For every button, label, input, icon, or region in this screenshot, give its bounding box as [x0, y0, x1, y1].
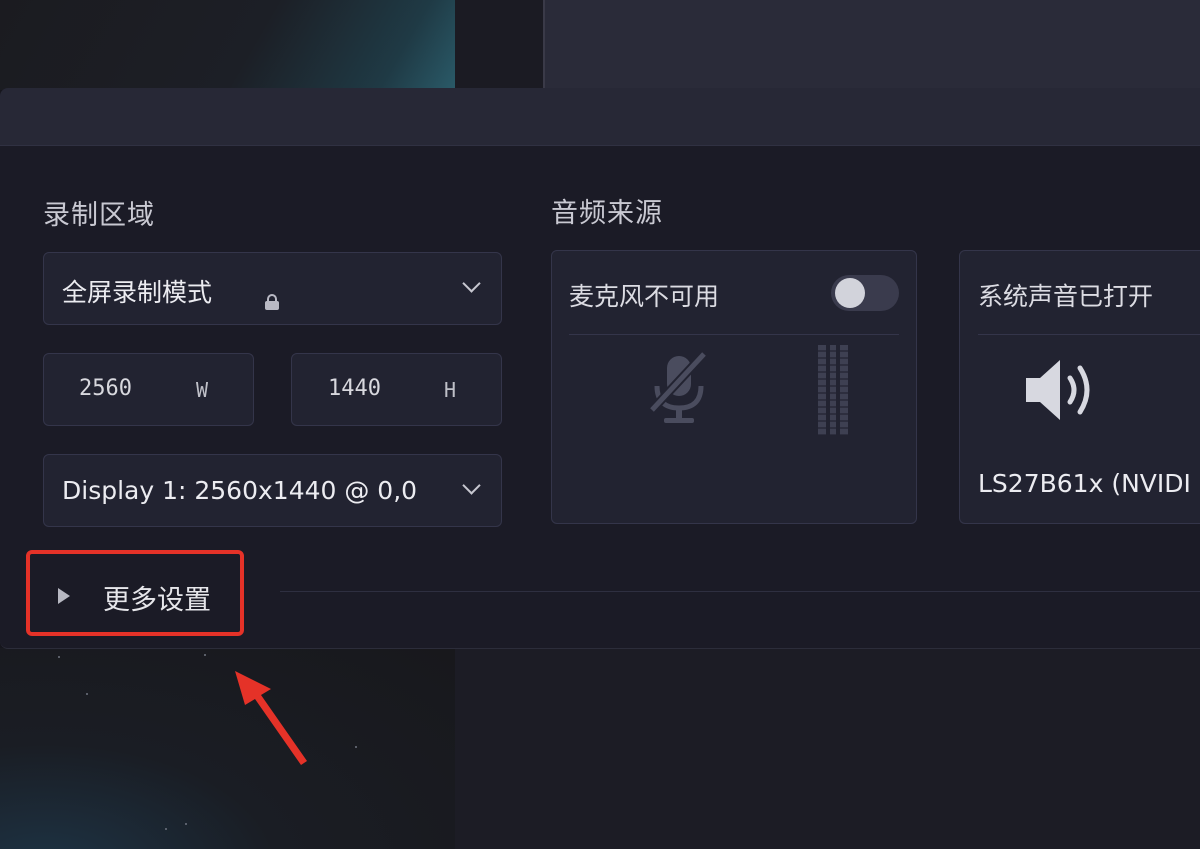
display-value: Display 1: 2560x1440 @ 0,0 [62, 476, 418, 505]
height-unit: H [444, 378, 457, 402]
width-unit: W [196, 378, 209, 402]
audio-source-title: 音频来源 [551, 198, 663, 229]
display-select[interactable]: Display 1: 2560x1440 @ 0,0 [43, 454, 502, 527]
recording-mode-select[interactable]: 全屏录制模式 [43, 252, 502, 325]
more-settings-label: 更多设置 [103, 585, 211, 616]
microphone-toggle[interactable] [831, 275, 899, 311]
system-audio-label: 系统声音已打开 [978, 282, 1154, 311]
microphone-card: 麦克风不可用 [551, 250, 917, 524]
mic-level-meter-right [840, 345, 848, 435]
recording-area-title: 录制区域 [43, 200, 155, 231]
section-divider [280, 591, 1200, 592]
mic-level-meter-mid [830, 345, 836, 435]
mic-level-meter-left [818, 345, 826, 435]
height-input[interactable]: 1440 H [291, 353, 502, 426]
microphone-label: 麦克风不可用 [569, 282, 720, 311]
window-edge [455, 0, 545, 90]
more-settings-button[interactable]: 更多设置 [26, 550, 244, 636]
aspect-lock-icon[interactable] [265, 294, 279, 310]
system-audio-device: LS27B61x (NVIDI [978, 469, 1191, 498]
microphone-muted-icon [648, 350, 708, 423]
window-background [545, 0, 1200, 90]
speaker-icon[interactable] [1022, 354, 1102, 426]
recording-mode-value: 全屏录制模式 [62, 278, 213, 307]
annotation-arrow [235, 671, 307, 765]
system-audio-card: 系统声音已打开 LS27B61x (NVIDI [959, 250, 1200, 524]
window-background-bottom [455, 648, 1200, 849]
width-value: 2560 [79, 376, 132, 401]
chevron-down-icon [462, 476, 481, 495]
width-input[interactable]: 2560 W [43, 353, 254, 426]
desktop-background [0, 0, 455, 90]
panel-header [0, 88, 1200, 146]
expand-triangle-icon [58, 588, 70, 604]
height-value: 1440 [328, 376, 381, 401]
chevron-down-icon [462, 274, 481, 293]
